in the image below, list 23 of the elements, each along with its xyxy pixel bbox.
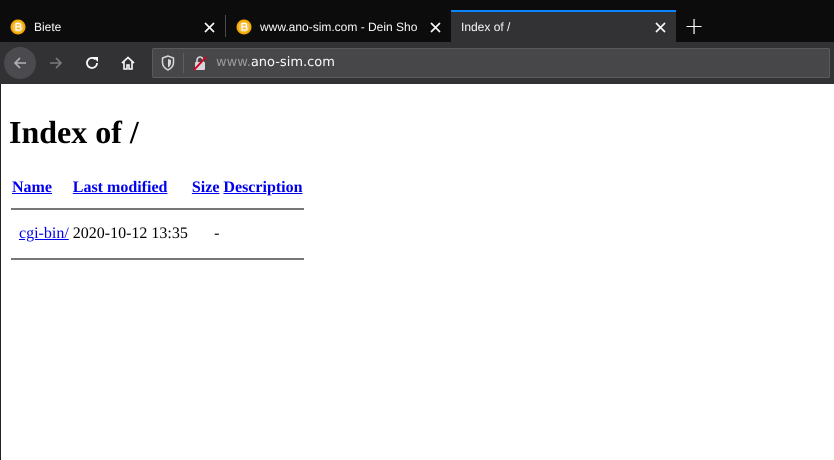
column-header-link[interactable]: Size <box>192 179 220 196</box>
page-heading: Index of / <box>9 113 140 152</box>
column-header-link[interactable]: Description <box>223 179 303 196</box>
insecure-lock-icon[interactable] <box>192 55 208 71</box>
file-size: - <box>214 225 220 242</box>
shield-icon[interactable] <box>161 55 175 71</box>
browser-tab[interactable]: Biete <box>0 10 225 42</box>
browser-tab[interactable]: Index of / <box>451 10 676 42</box>
modified-date: 2020-10-12 13:35 <box>72 225 188 242</box>
home-icon[interactable] <box>120 55 136 71</box>
close-icon[interactable] <box>655 20 666 34</box>
file-link[interactable]: cgi-bin/ <box>19 225 69 242</box>
reload-icon[interactable] <box>84 55 100 71</box>
url-text: www.ano-sim.com <box>216 54 335 72</box>
column-header-link[interactable]: Name <box>12 179 52 196</box>
back-arrow-icon[interactable] <box>12 55 28 71</box>
column-header-link[interactable]: Last modified <box>72 179 168 196</box>
browser-tab[interactable]: www.ano-sim.com - Dein Sho <box>226 10 451 42</box>
close-icon[interactable] <box>430 20 441 34</box>
new-tab-button[interactable]: + <box>676 10 712 42</box>
address-bar[interactable]: www.ano-sim.com <box>152 48 830 78</box>
close-icon[interactable] <box>204 20 215 34</box>
back-button[interactable] <box>4 47 36 79</box>
